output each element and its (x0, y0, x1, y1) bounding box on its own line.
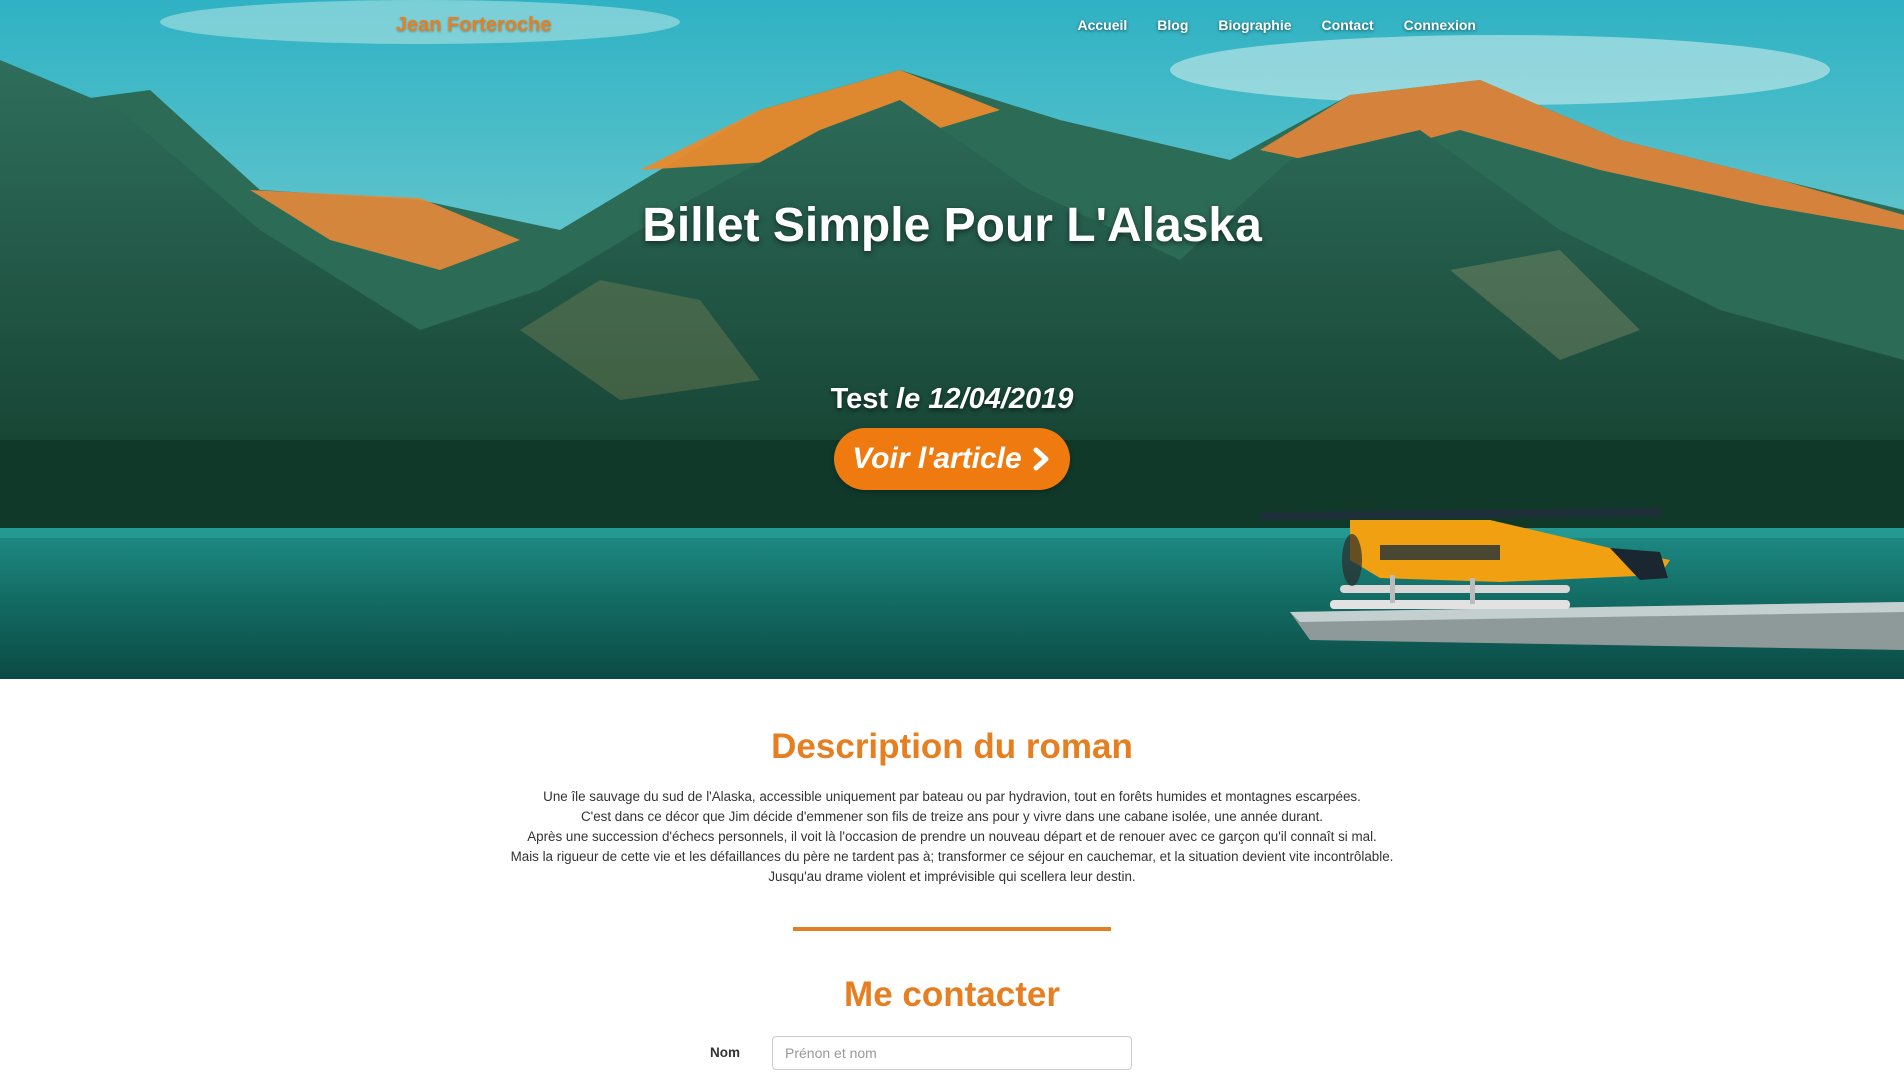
nav-item: Blog (1157, 17, 1188, 35)
nav-links: Accueil Blog Biographie Contact Connexio… (1077, 17, 1476, 35)
nav-link-connexion[interactable]: Connexion (1404, 17, 1476, 33)
nav-item: Accueil (1077, 17, 1127, 35)
chevron-right-icon (1033, 447, 1049, 471)
nav-item: Contact (1322, 17, 1374, 35)
section-divider (793, 927, 1111, 931)
description-line: Après une succession d'échecs personnels… (527, 829, 1377, 844)
nav-link-contact[interactable]: Contact (1322, 17, 1374, 33)
view-article-label: Voir l'article (852, 442, 1022, 475)
latest-post-meta: Test le 12/04/2019 (0, 383, 1904, 416)
hero-banner: Jean Forteroche Accueil Blog Biographie … (0, 0, 1904, 679)
nav-item: Biographie (1218, 17, 1291, 35)
post-title: Test (830, 383, 889, 415)
contact-form-name-row: Nom (0, 1036, 1904, 1070)
view-article-button[interactable]: Voir l'article (834, 428, 1070, 490)
nav-link-biographie[interactable]: Biographie (1218, 17, 1291, 33)
nav-item: Connexion (1404, 17, 1476, 35)
novel-description-section: Description du roman Une île sauvage du … (0, 727, 1904, 887)
contact-title: Me contacter (844, 975, 1060, 1014)
nav-link-accueil[interactable]: Accueil (1077, 17, 1127, 33)
navbar: Jean Forteroche Accueil Blog Biographie … (0, 0, 1904, 50)
cta-wrapper: Voir l'article (0, 428, 1904, 490)
nav-link-blog[interactable]: Blog (1157, 17, 1188, 33)
contact-section: Me contacter (0, 975, 1904, 1015)
description-line: C'est dans ce décor que Jim décide d'emm… (580, 809, 1324, 824)
hero-title: Billet Simple Pour L'Alaska (642, 199, 1262, 252)
brand-logo-link[interactable]: Jean Forteroche (396, 14, 552, 37)
description-line: Une île sauvage du sud de l'Alaska, acce… (543, 789, 1361, 804)
description-line: Mais la rigueur de cette vie et les défa… (510, 849, 1394, 864)
description-line: Jusqu'au drame violent et imprévisible q… (768, 869, 1136, 884)
name-label: Nom (710, 1045, 740, 1060)
hero-background-image (0, 0, 1904, 679)
description-title: Description du roman (771, 727, 1133, 766)
post-date: le 12/04/2019 (896, 383, 1074, 415)
name-input[interactable] (772, 1036, 1132, 1070)
